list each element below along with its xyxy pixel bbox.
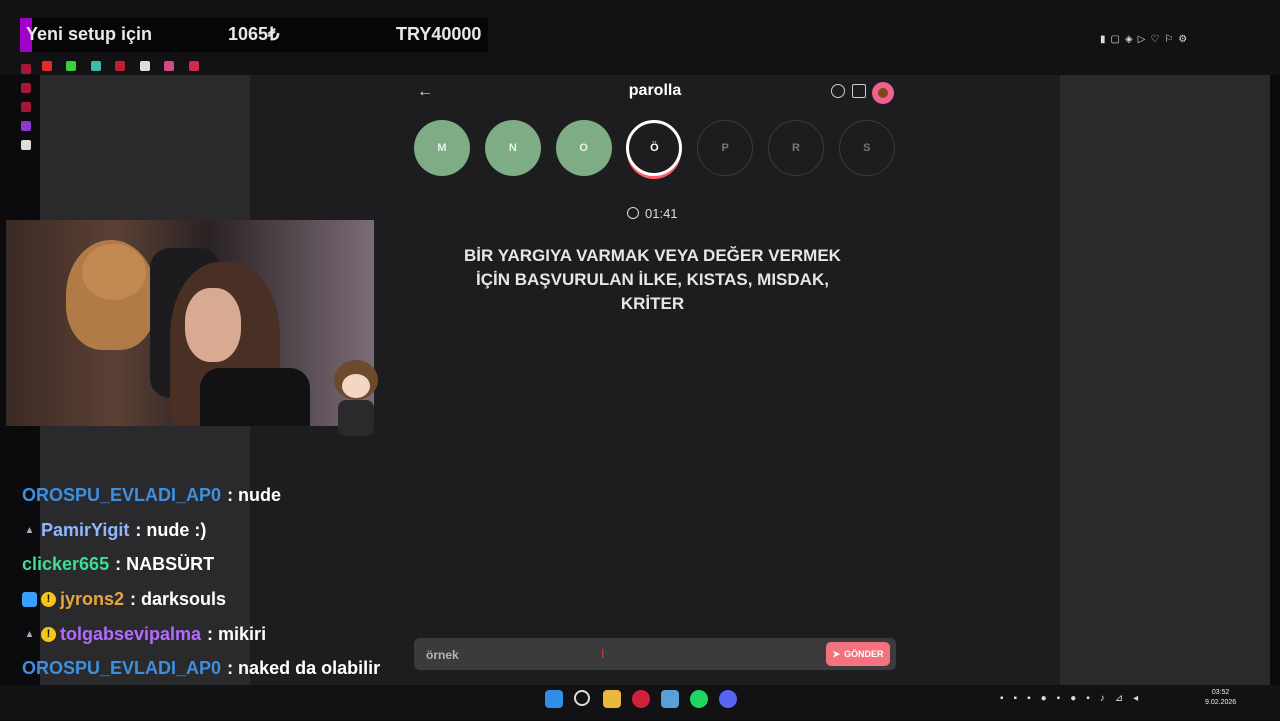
send-button[interactable]: ➤ GÖNDER xyxy=(826,642,890,666)
gmail-icon[interactable] xyxy=(164,61,175,71)
goal-current-amount: 1065₺ xyxy=(228,24,280,44)
chat-username[interactable]: tolgabsevipalma xyxy=(60,624,201,645)
bookmark-icon[interactable] xyxy=(115,61,126,71)
chat-message: OROSPU_EVLADI_AP0 : naked da olabilir xyxy=(22,651,402,686)
streamer-shirt xyxy=(200,368,310,426)
system-clock[interactable]: 03:52 9.02.2026 xyxy=(1205,688,1236,708)
clock-date: 9.02.2026 xyxy=(1205,699,1237,706)
game-title: parolla xyxy=(628,82,682,99)
letter-circle-correct: M xyxy=(414,120,470,176)
send-icon: ➤ xyxy=(832,648,841,659)
chibi-sticker xyxy=(328,360,384,436)
windows-start-icon[interactable] xyxy=(545,690,563,708)
timer-value: 01:41 xyxy=(645,206,678,221)
sidebar-app-icon[interactable] xyxy=(21,64,31,74)
sub-badge-icon: ! xyxy=(41,591,56,607)
avatar[interactable] xyxy=(872,82,894,104)
flag-icon[interactable] xyxy=(139,61,150,71)
chat-username[interactable]: jyrons2 xyxy=(60,589,124,610)
letter-circle-current: Ö xyxy=(626,120,683,176)
text-cursor-icon: I xyxy=(601,646,605,661)
donation-goal-banner: Yeni setup için 1065₺ TRY40000 xyxy=(20,18,488,52)
system-tray[interactable]: ▪▪▪●▪●▪♪⊿◂ xyxy=(1000,693,1148,704)
browser-sidebar xyxy=(12,55,40,205)
goal-label: Yeni setup için xyxy=(26,24,153,44)
bookmark-icon[interactable] xyxy=(90,61,101,71)
spotify-icon[interactable] xyxy=(690,690,708,708)
opera-icon[interactable] xyxy=(632,690,650,708)
sub-badge-icon: ! xyxy=(41,626,56,642)
user-badge-icon: ▲ xyxy=(24,524,35,536)
chat-text: : darksouls xyxy=(130,588,227,609)
question-text: BİR YARGIYA VARMAK VEYA DEĞER VERMEK İÇİ… xyxy=(464,246,841,313)
letter-circle-correct: O xyxy=(555,120,612,176)
file-explorer-icon[interactable] xyxy=(603,690,621,708)
answer-input[interactable] xyxy=(424,644,808,666)
letter-circle-correct: N xyxy=(484,120,541,176)
twitch-icon[interactable] xyxy=(21,121,31,131)
search-icon[interactable] xyxy=(574,690,590,706)
clock-time: 03:52 xyxy=(1211,689,1230,696)
user-badge-icon: ▲ xyxy=(24,628,35,640)
letter-circle-pending: P xyxy=(697,120,754,176)
chat-username[interactable]: clicker665 xyxy=(22,554,109,575)
x-icon[interactable] xyxy=(21,140,31,150)
bookmark-icon[interactable] xyxy=(188,61,199,71)
sidebar-app-icon[interactable] xyxy=(21,83,31,93)
teddy-bear-head xyxy=(82,244,146,300)
chat-message: clicker665 : NABSÜRT xyxy=(22,547,402,582)
chat-username[interactable]: OROSPU_EVLADI_AP0 xyxy=(22,485,221,506)
chat-text: : naked da olabilir xyxy=(227,658,381,679)
goal-target-amount: TRY40000 xyxy=(396,24,482,44)
chat-text: : nude :) xyxy=(135,519,207,540)
streamer-face xyxy=(185,288,241,362)
browser-toolbar-icons[interactable]: ▮▢◈▷♡⚐⚙ xyxy=(1100,34,1280,48)
youtube-icon[interactable] xyxy=(42,61,52,71)
app-icon[interactable] xyxy=(661,690,679,708)
chat-message: ! jyrons2 : darksouls xyxy=(22,582,402,617)
letter-circle-pending: S xyxy=(838,120,895,176)
chat-username[interactable]: PamirYigit xyxy=(41,520,129,541)
chat-text: : mikiri xyxy=(207,623,267,644)
info-icon[interactable] xyxy=(831,84,845,98)
sidebar-app-icon[interactable] xyxy=(21,102,31,112)
timer: 01:41 xyxy=(627,206,678,221)
chat-message: ▲! tolgabsevipalma : mikiri xyxy=(22,617,402,652)
answer-bar: ➤GÖNDER xyxy=(414,638,896,670)
kick-icon[interactable] xyxy=(66,61,77,71)
back-arrow-icon[interactable]: ← xyxy=(417,83,433,101)
stats-icon[interactable] xyxy=(852,84,866,98)
send-label: GÖNDER xyxy=(844,649,884,659)
gem-badge-icon xyxy=(22,591,37,607)
letter-circle-pending: R xyxy=(768,120,824,176)
chat-text: : nude xyxy=(227,484,282,505)
chat-username[interactable]: OROSPU_EVLADI_AP0 xyxy=(22,658,221,679)
clock-icon xyxy=(627,207,639,219)
right-panel xyxy=(1060,75,1270,685)
chat-message: ▲ PamirYigit : nude :) xyxy=(22,513,402,548)
chat-message: OROSPU_EVLADI_AP0 : nude xyxy=(22,478,402,513)
bookmark-bar xyxy=(42,58,209,71)
discord-icon[interactable] xyxy=(719,690,737,708)
chat-text: : NABSÜRT xyxy=(115,554,215,575)
